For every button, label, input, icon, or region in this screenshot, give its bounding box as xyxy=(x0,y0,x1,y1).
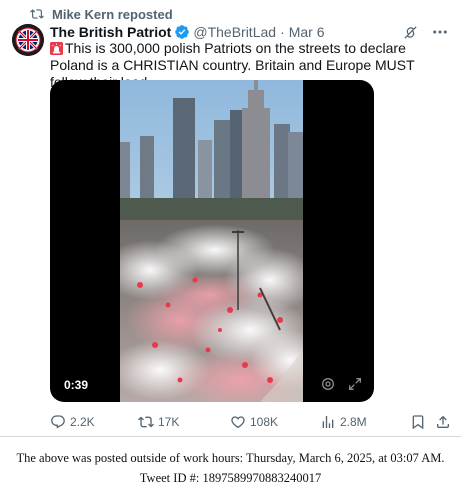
repost-count: 17K xyxy=(158,415,180,429)
british-patriot-avatar-icon xyxy=(12,24,44,56)
video-frame[interactable] xyxy=(120,80,303,402)
tweet-card[interactable]: Mike Kern reposted The British Patriot @… xyxy=(0,0,461,437)
repost-action-icon xyxy=(138,416,154,428)
note-line-1: The above was posted outside of work hou… xyxy=(16,451,445,465)
note-line-2: Tweet ID #: 1897589970883240017 xyxy=(139,471,322,485)
repost-icon xyxy=(30,9,44,19)
repost-indicator: Mike Kern reposted xyxy=(30,6,173,22)
heart-icon xyxy=(231,416,245,429)
display-name[interactable]: The British Patriot xyxy=(50,24,171,40)
repost-button[interactable]: 17K xyxy=(138,414,179,430)
bookmark-button[interactable] xyxy=(410,414,426,430)
video-player[interactable]: 0:39 xyxy=(50,80,374,402)
siren-emoji-icon xyxy=(50,42,63,55)
like-count: 108K xyxy=(250,415,279,429)
views-button[interactable]: 2.8M xyxy=(320,414,367,430)
repost-text[interactable]: Mike Kern reposted xyxy=(52,7,173,22)
share-button[interactable] xyxy=(435,414,451,430)
post-date[interactable]: Mar 6 xyxy=(289,24,325,40)
author-handle[interactable]: @TheBritLad xyxy=(193,24,276,40)
archive-note: The above was posted outside of work hou… xyxy=(0,448,461,488)
verified-badge-icon xyxy=(175,25,190,39)
fullscreen-expand-icon[interactable] xyxy=(347,376,363,392)
settings-gear-icon[interactable] xyxy=(320,376,336,392)
tweet-header: The British Patriot @TheBritLad · Mar 6 xyxy=(50,22,449,42)
bookmark-icon xyxy=(412,415,424,430)
reply-button[interactable]: 2.2K xyxy=(50,414,95,430)
grok-icon[interactable] xyxy=(401,23,419,41)
action-bar: 2.2K 17K 108K 2.8M xyxy=(50,412,450,432)
avatar[interactable] xyxy=(12,24,44,56)
reply-icon xyxy=(51,415,65,429)
reply-count: 2.2K xyxy=(70,415,95,429)
share-icon xyxy=(437,415,449,428)
more-options-icon[interactable] xyxy=(431,23,449,41)
analytics-icon xyxy=(322,416,334,428)
like-button[interactable]: 108K xyxy=(230,414,278,430)
separator-dot: · xyxy=(280,24,285,40)
view-count: 2.8M xyxy=(340,415,367,429)
video-duration: 0:39 xyxy=(64,378,89,392)
